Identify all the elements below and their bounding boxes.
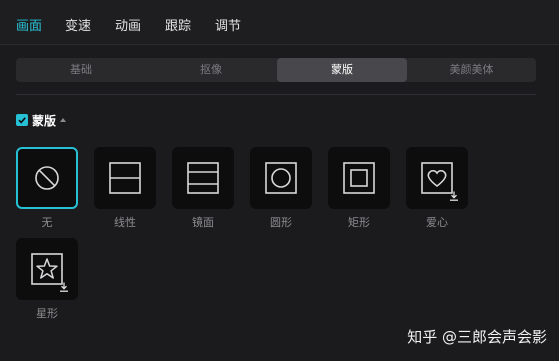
mask-tile xyxy=(94,147,156,209)
star-mask-icon xyxy=(31,253,63,285)
mask-section-title: 蒙版 xyxy=(32,114,57,128)
mask-item-label: 矩形 xyxy=(348,216,370,229)
subtab-cutout[interactable]: 抠像 xyxy=(146,58,276,82)
linear-mask-icon xyxy=(109,162,141,194)
tab-adjust[interactable]: 调节 xyxy=(215,15,241,34)
watermark-text: 知乎 @三郎会声会影 xyxy=(407,328,547,346)
mask-item-label: 线性 xyxy=(114,216,136,229)
section-divider xyxy=(16,94,536,95)
none-icon xyxy=(35,166,59,190)
heart-mask-icon xyxy=(421,162,453,194)
mask-checkbox[interactable] xyxy=(16,114,28,126)
download-icon[interactable] xyxy=(59,282,69,292)
subtab-bar: 基础 抠像 蒙版 美颜美体 xyxy=(16,58,536,82)
tab-animation[interactable]: 动画 xyxy=(115,15,141,34)
mask-tile xyxy=(16,238,78,300)
download-icon[interactable] xyxy=(449,191,459,201)
mask-tile xyxy=(250,147,312,209)
checkmark-icon xyxy=(18,117,26,124)
rectangle-mask-icon xyxy=(343,162,375,194)
tab-speed[interactable]: 变速 xyxy=(65,15,91,34)
circle-mask-icon xyxy=(265,162,297,194)
subtab-mask[interactable]: 蒙版 xyxy=(277,58,407,82)
top-tab-bar: 画面 变速 动画 跟踪 调节 xyxy=(0,0,559,45)
mask-tile xyxy=(16,147,78,209)
mask-item-label: 无 xyxy=(41,216,53,229)
subtab-basic[interactable]: 基础 xyxy=(16,58,146,82)
mask-item-label: 圆形 xyxy=(270,216,292,229)
mask-tile xyxy=(406,147,468,209)
subtab-beauty[interactable]: 美颜美体 xyxy=(407,58,536,82)
mask-tile xyxy=(172,147,234,209)
mask-tile xyxy=(328,147,390,209)
tab-tracking[interactable]: 跟踪 xyxy=(165,15,191,34)
mask-item-label: 爱心 xyxy=(426,216,448,229)
tab-picture[interactable]: 画面 xyxy=(16,15,42,34)
mask-item-label: 星形 xyxy=(36,307,58,320)
mask-item-label: 镜面 xyxy=(192,216,214,229)
mirror-mask-icon xyxy=(187,162,219,194)
collapse-caret-icon[interactable] xyxy=(60,118,66,122)
